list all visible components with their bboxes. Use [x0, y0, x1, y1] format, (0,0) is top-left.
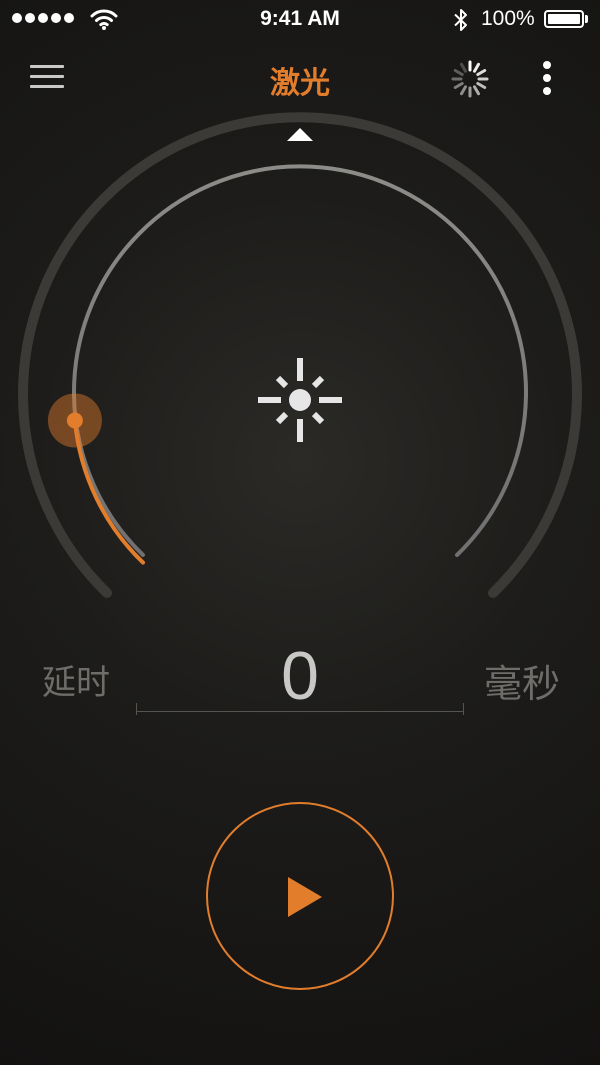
delay-value-input[interactable]: 0: [136, 640, 464, 712]
delay-dial[interactable]: [0, 0, 600, 640]
laser-screen: 9:41 AM 100% 激光 延时 0 毫秒: [0, 0, 600, 1065]
dial-knob[interactable]: [47, 393, 102, 448]
play-icon: [288, 877, 322, 917]
delay-label: 延时: [42, 663, 110, 703]
delay-field-left-tick: [136, 703, 137, 715]
triangle-up-icon: [287, 128, 313, 141]
sun-icon: [258, 358, 342, 442]
delay-field-right-tick: [463, 703, 464, 715]
delay-unit-label: 毫秒: [484, 662, 561, 706]
